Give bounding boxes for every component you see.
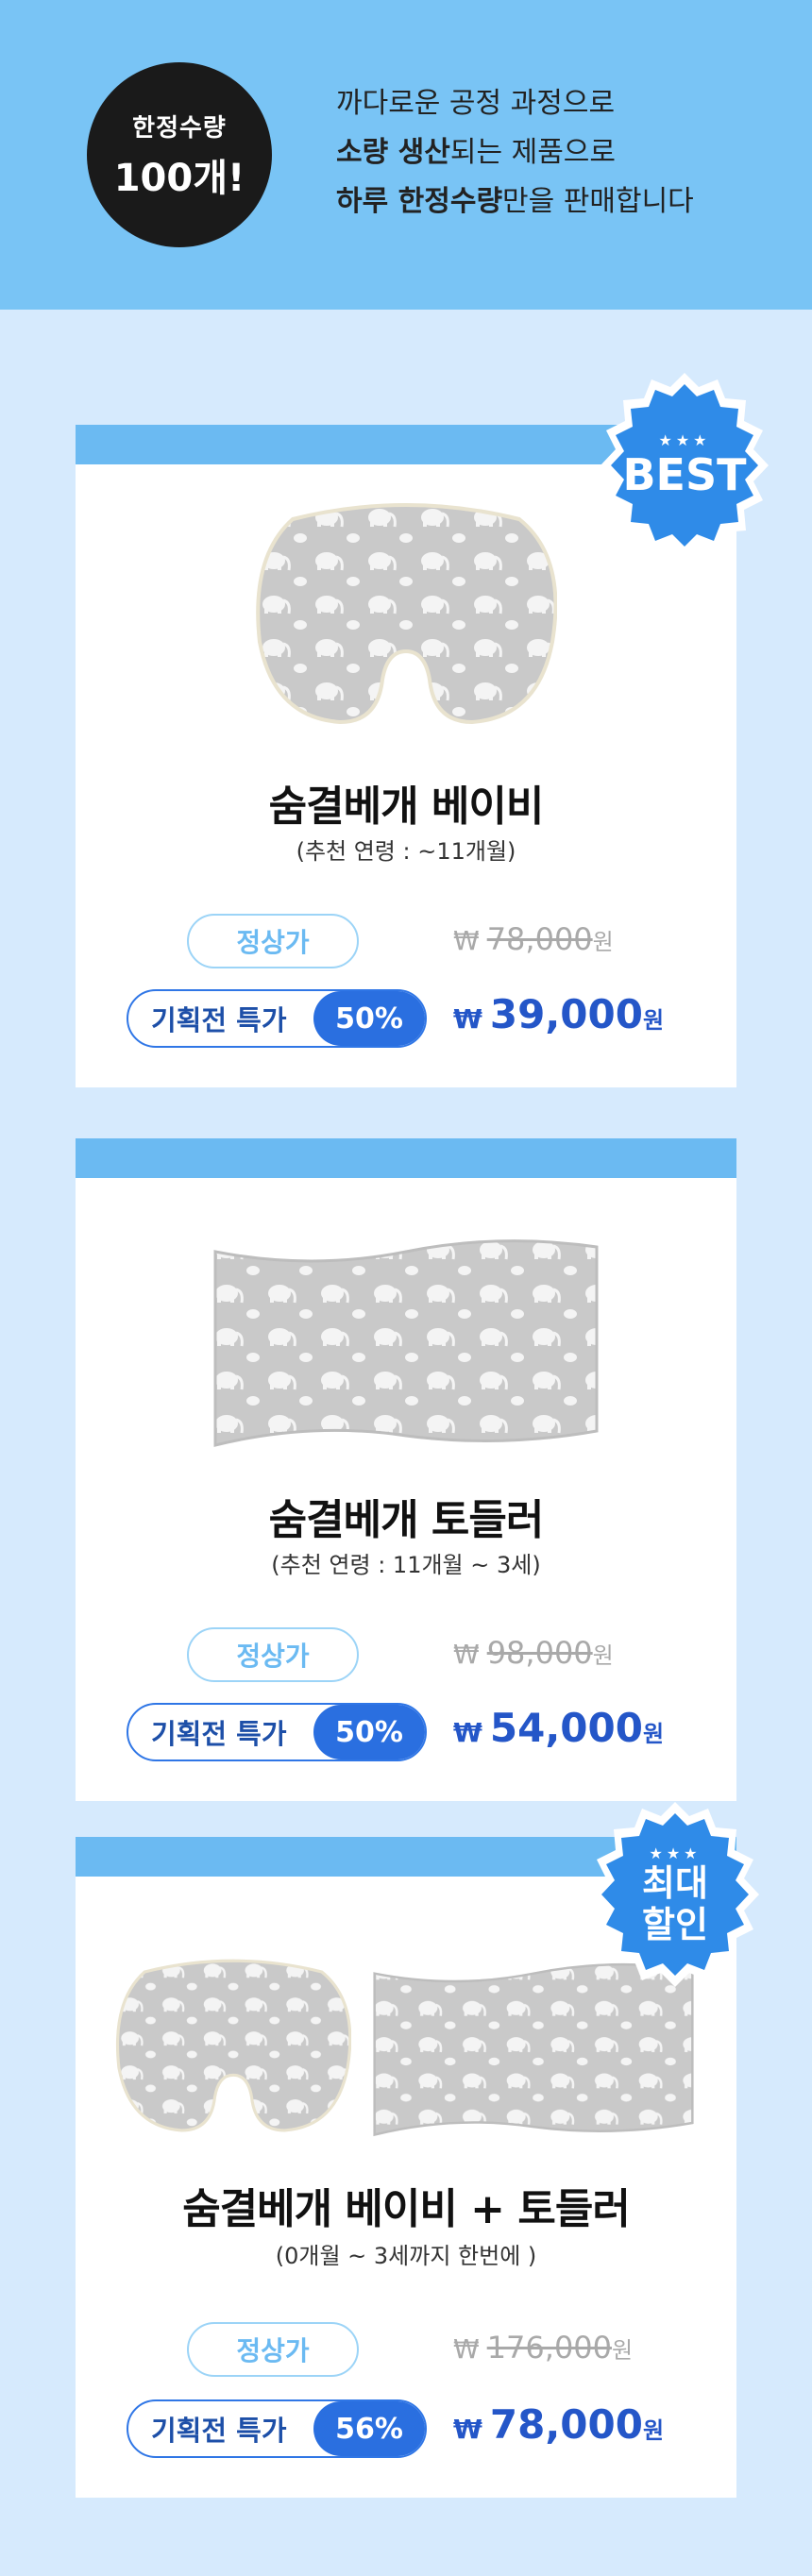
currency-symbol: ₩ <box>453 925 480 956</box>
product-title: 숨결베개 토들러 <box>268 1496 545 1544</box>
won-unit: 원 <box>642 1007 665 1034</box>
best-label: BEST <box>622 448 747 500</box>
badge-line1: 최대 <box>642 1861 708 1904</box>
toddler-pillow-image <box>213 1239 599 1447</box>
currency-symbol: ₩ <box>453 2414 482 2445</box>
header-description: 까다로운 공정 과정으로 소량 생산되는 제품으로 하루 한정수량만을 판매합니… <box>336 79 694 227</box>
discount-badge: 50% <box>313 991 425 1046</box>
badge-line1: 한정수량 <box>132 113 227 143</box>
header-line2: 소량 생산되는 제품으로 <box>336 128 694 177</box>
discount-badge: 56% <box>313 2401 425 2456</box>
sale-price: ₩39,000원 <box>453 991 664 1037</box>
sale-price: ₩54,000원 <box>453 1705 664 1751</box>
regular-price: ₩98,000원 <box>453 1635 614 1671</box>
header-line3-rest: 만을 판매합니다 <box>502 185 694 218</box>
sale-price-value: 39,000 <box>489 991 643 1037</box>
limited-quantity-badge: 한정수량 100개! <box>87 62 272 247</box>
won-unit: 원 <box>592 1642 614 1669</box>
special-price-pill: 기획전 특가 50% <box>127 989 427 1048</box>
currency-symbol: ₩ <box>453 1003 482 1035</box>
product-age: (0개월 ~ 3세까지 한번에 ) <box>275 2243 537 2269</box>
regular-price-label: 정상가 <box>187 914 359 968</box>
regular-price-value: 78,000 <box>486 921 593 957</box>
product-age: (추천 연령 : 11개월 ~ 3세) <box>271 1552 541 1578</box>
header-banner: 한정수량 100개! 까다로운 공정 과정으로 소량 생산되는 제품으로 하루 … <box>0 0 812 310</box>
currency-symbol: ₩ <box>453 1717 482 1748</box>
special-price-pill: 기획전 특가 50% <box>127 1703 427 1761</box>
baby-pillow-image <box>256 503 557 725</box>
won-unit: 원 <box>642 1721 665 1747</box>
sale-price-value: 54,000 <box>489 1705 643 1751</box>
baby-pillow-image <box>115 1959 351 2132</box>
currency-symbol: ₩ <box>453 2333 480 2365</box>
sale-price-value: 78,000 <box>489 2401 643 2448</box>
header-line2-bold: 소량 생산 <box>336 136 450 169</box>
regular-price-label: 정상가 <box>187 1627 359 1682</box>
discount-badge: 50% <box>313 1705 425 1759</box>
currency-symbol: ₩ <box>453 1639 480 1670</box>
star-icons: ★★★ <box>649 1844 702 1862</box>
header-line3: 하루 한정수량만을 판매합니다 <box>336 177 694 227</box>
product-title: 숨결베개 베이비 + 토들러 <box>182 2185 631 2233</box>
special-price-pill: 기획전 특가 56% <box>127 2399 427 2458</box>
regular-price-label: 정상가 <box>187 2322 359 2377</box>
special-price-label: 기획전 특가 <box>151 1718 287 1750</box>
special-price-label: 기획전 특가 <box>151 1004 287 1036</box>
badge-line2: 100개! <box>113 156 245 200</box>
star-icons: ★★★ <box>658 430 711 449</box>
regular-price: ₩176,000원 <box>453 2330 633 2366</box>
max-discount-badge: ★★★ 최대 할인 <box>578 1797 772 1992</box>
sale-price: ₩78,000원 <box>453 2401 664 2448</box>
header-line3-bold: 하루 한정수량 <box>336 185 503 218</box>
won-unit: 원 <box>592 929 614 955</box>
regular-price-value: 98,000 <box>486 1635 593 1671</box>
regular-price: ₩78,000원 <box>453 921 614 957</box>
product-title: 숨결베개 베이비 <box>268 783 545 831</box>
regular-price-value: 176,000 <box>486 2330 613 2366</box>
card-top-bar <box>76 1138 736 1178</box>
won-unit: 원 <box>612 2337 634 2364</box>
best-badge: ★★★ BEST <box>587 368 782 563</box>
product-card-toddler[interactable]: 숨결베개 토들러 (추천 연령 : 11개월 ~ 3세) 정상가 ₩98,000… <box>76 1138 736 1801</box>
header-line1: 까다로운 공정 과정으로 <box>336 87 616 120</box>
header-line2-rest: 되는 제품으로 <box>449 136 616 169</box>
product-age: (추천 연령 : ~11개월) <box>296 838 516 865</box>
won-unit: 원 <box>642 2417 665 2444</box>
badge-line2: 할인 <box>642 1903 708 1945</box>
special-price-label: 기획전 특가 <box>151 2415 287 2447</box>
